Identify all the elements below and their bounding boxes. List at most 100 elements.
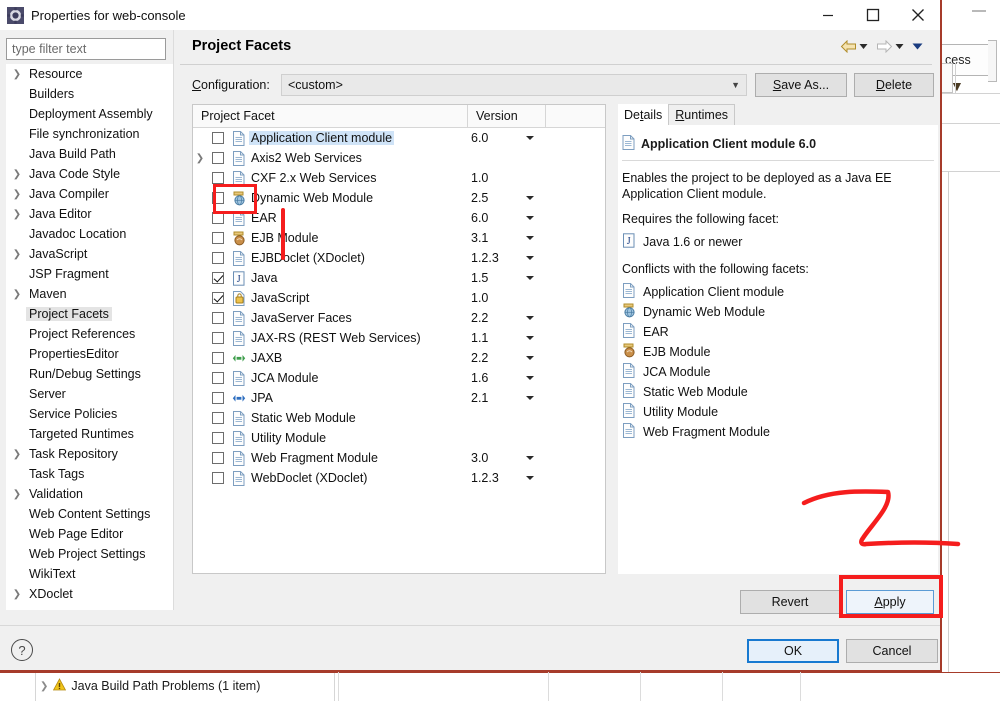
checkbox-box[interactable] (212, 152, 224, 164)
sidebar-item-project-facets[interactable]: Project Facets (6, 304, 173, 324)
close-button[interactable] (895, 0, 940, 30)
table-row[interactable]: Utility Module (193, 428, 605, 448)
sidebar-item-java-editor[interactable]: ❯ Java Editor (6, 204, 173, 224)
apply-button[interactable]: Apply (846, 590, 934, 614)
version-dropdown-chevron-down-icon[interactable] (521, 376, 539, 380)
facet-checkbox[interactable] (207, 232, 229, 244)
facet-checkbox[interactable] (207, 132, 229, 144)
checkbox-box[interactable] (212, 352, 224, 364)
cancel-button[interactable]: Cancel (846, 639, 938, 663)
ok-button[interactable]: OK (747, 639, 839, 663)
sidebar-item-java-code-style[interactable]: ❯ Java Code Style (6, 164, 173, 184)
version-dropdown-chevron-down-icon[interactable] (521, 336, 539, 340)
checkbox-box[interactable] (212, 392, 224, 404)
version-dropdown-chevron-down-icon[interactable] (521, 356, 539, 360)
checkbox-box[interactable] (212, 172, 224, 184)
facet-checkbox[interactable] (207, 412, 229, 424)
table-row[interactable]: JAXB 2.2 (193, 348, 605, 368)
column-header-project-facet[interactable]: Project Facet (193, 105, 468, 127)
table-row[interactable]: WebDoclet (XDoclet) 1.2.3 (193, 468, 605, 488)
sidebar-item-java-compiler[interactable]: ❯ Java Compiler (6, 184, 173, 204)
table-row[interactable]: J Java 1.5 (193, 268, 605, 288)
sidebar-item-project-references[interactable]: Project References (6, 324, 173, 344)
checkbox-box[interactable] (212, 252, 224, 264)
checkbox-box[interactable] (212, 232, 224, 244)
back-arrow-icon[interactable] (840, 40, 857, 53)
facet-checkbox[interactable] (207, 172, 229, 184)
tab-runtimes[interactable]: Runtimes (668, 104, 736, 125)
facet-checkbox[interactable] (207, 152, 229, 164)
facet-checkbox[interactable] (207, 372, 229, 384)
checkbox-box[interactable] (212, 132, 224, 144)
checkbox-box[interactable] (212, 452, 224, 464)
checkbox-box[interactable] (212, 332, 224, 344)
facet-checkbox[interactable] (207, 292, 229, 304)
tab-details[interactable]: Details (618, 104, 669, 125)
maximize-button[interactable] (850, 0, 895, 30)
table-row[interactable]: JPA 2.1 (193, 388, 605, 408)
sidebar-item-jsp-fragment[interactable]: JSP Fragment (6, 264, 173, 284)
table-row[interactable]: ❯ Axis2 Web Services (193, 148, 605, 168)
checkbox-box[interactable] (212, 212, 224, 224)
sidebar-item-maven[interactable]: ❯ Maven (6, 284, 173, 304)
project-facets-table[interactable]: Project Facet Version Application Client… (192, 104, 606, 574)
version-dropdown-chevron-down-icon[interactable] (521, 216, 539, 220)
checkbox-box[interactable] (212, 272, 224, 284)
facet-checkbox[interactable] (207, 252, 229, 264)
checkbox-box[interactable] (212, 432, 224, 444)
checkbox-box[interactable] (212, 312, 224, 324)
column-header-version[interactable]: Version (468, 105, 546, 127)
chevron-right-icon[interactable]: ❯ (40, 681, 48, 692)
chevron-right-icon[interactable]: ❯ (193, 153, 207, 164)
settings-tree[interactable]: ❯ Resource Builders Deployment Assembly File… (6, 64, 173, 610)
chevron-right-icon[interactable]: ❯ (8, 184, 26, 204)
checkbox-box[interactable] (212, 372, 224, 384)
version-dropdown-chevron-down-icon[interactable] (521, 256, 539, 260)
table-row[interactable]: Application Client module 6.0 (193, 128, 605, 148)
chevron-right-icon[interactable]: ❯ (8, 204, 26, 224)
sidebar-item-web-page-editor[interactable]: Web Page Editor (6, 524, 173, 544)
sidebar-item-java-build-path[interactable]: Java Build Path (6, 144, 173, 164)
version-dropdown-chevron-down-icon[interactable] (521, 476, 539, 480)
delete-button[interactable]: Delete (854, 73, 934, 97)
checkbox-box[interactable] (212, 192, 224, 204)
facet-checkbox[interactable] (207, 392, 229, 404)
sidebar-item-server[interactable]: Server (6, 384, 173, 404)
checkbox-box[interactable] (212, 412, 224, 424)
revert-button[interactable]: Revert (740, 590, 840, 614)
chevron-right-icon[interactable]: ❯ (8, 484, 26, 504)
more-chevron-down-icon[interactable] (912, 41, 923, 52)
facet-checkbox[interactable] (207, 212, 229, 224)
facet-checkbox[interactable] (207, 312, 229, 324)
sidebar-item-web-content-settings[interactable]: Web Content Settings (6, 504, 173, 524)
chevron-right-icon[interactable]: ❯ (8, 244, 26, 264)
sidebar-item-builders[interactable]: Builders (6, 84, 173, 104)
sidebar-item-task-tags[interactable]: Task Tags (6, 464, 173, 484)
sidebar-item-run-debug-settings[interactable]: Run/Debug Settings (6, 364, 173, 384)
version-dropdown-chevron-down-icon[interactable] (521, 136, 539, 140)
forward-arrow-icon[interactable] (876, 40, 893, 53)
version-dropdown-chevron-down-icon[interactable] (521, 316, 539, 320)
version-dropdown-chevron-down-icon[interactable] (521, 196, 539, 200)
chevron-right-icon[interactable]: ❯ (8, 284, 26, 304)
problem-row[interactable]: ❯ Java Build Path Problems (1 item) (40, 678, 260, 694)
table-row[interactable]: JCA Module 1.6 (193, 368, 605, 388)
version-dropdown-chevron-down-icon[interactable] (521, 396, 539, 400)
sidebar-item-javascript[interactable]: ❯ JavaScript (6, 244, 173, 264)
version-dropdown-chevron-down-icon[interactable] (521, 456, 539, 460)
table-row[interactable]: Web Fragment Module 3.0 (193, 448, 605, 468)
chevron-right-icon[interactable]: ❯ (8, 64, 26, 84)
table-row[interactable]: EJB Module 3.1 (193, 228, 605, 248)
table-row[interactable]: EAR 6.0 (193, 208, 605, 228)
chevron-right-icon[interactable]: ❯ (8, 444, 26, 464)
facet-checkbox[interactable] (207, 332, 229, 344)
table-row[interactable]: CXF 2.x Web Services 1.0 (193, 168, 605, 188)
sidebar-item-targeted-runtimes[interactable]: Targeted Runtimes (6, 424, 173, 444)
table-row[interactable]: Static Web Module (193, 408, 605, 428)
table-row[interactable]: EJBDoclet (XDoclet) 1.2.3 (193, 248, 605, 268)
checkbox-box[interactable] (212, 292, 224, 304)
version-dropdown-chevron-down-icon[interactable] (521, 236, 539, 240)
sidebar-item-xdoclet[interactable]: ❯ XDoclet (6, 584, 173, 604)
sidebar-item-propertieseditor[interactable]: PropertiesEditor (6, 344, 173, 364)
save-as-button[interactable]: Save As... (755, 73, 847, 97)
